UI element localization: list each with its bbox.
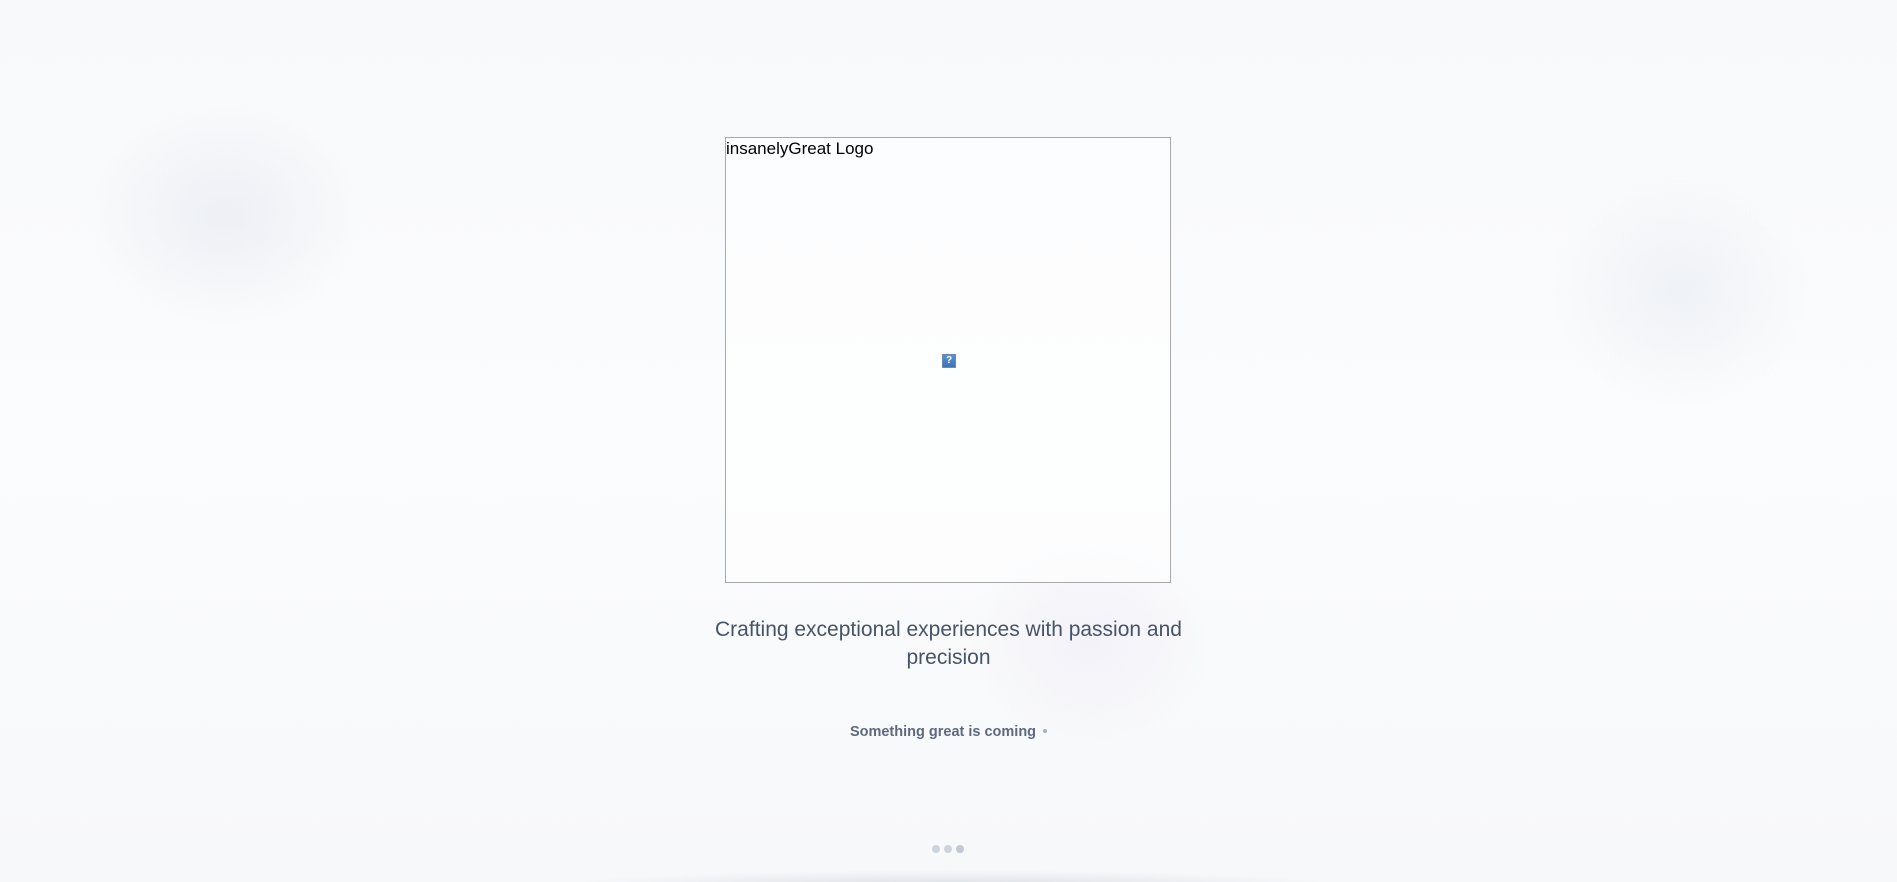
loading-dot — [932, 845, 940, 853]
loading-dot — [944, 845, 952, 853]
bottom-glow — [560, 870, 1340, 882]
logo-image: insanelyGreat Logo ? — [725, 137, 1171, 583]
broken-image-icon: ? — [942, 354, 956, 368]
status-message: Something great is coming — [0, 724, 1897, 740]
status-text: Something great is coming — [849, 724, 1037, 740]
loading-indicator — [932, 845, 964, 854]
tagline: Crafting exceptional experiences with pa… — [715, 618, 1182, 669]
status-dot-icon — [1043, 729, 1048, 734]
logo-alt-text: insanelyGreat Logo — [726, 139, 874, 158]
loading-dot — [956, 845, 964, 853]
